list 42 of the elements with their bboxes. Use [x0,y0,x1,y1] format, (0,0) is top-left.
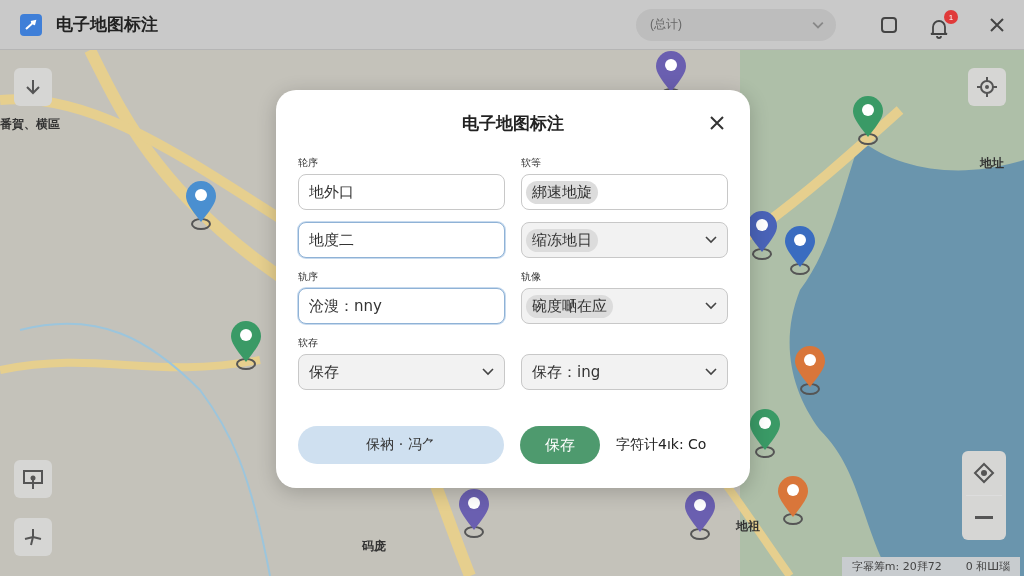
caret-icon [705,236,717,244]
rotate-button[interactable] [14,518,52,556]
arrow-down-icon [23,77,43,97]
locate-button[interactable] [968,68,1006,106]
field-label: 软等 [521,156,541,170]
layers-button[interactable] [14,460,52,498]
dropdown-field[interactable]: 保存 [298,354,505,390]
arrow-split-icon [23,527,43,547]
app-logo-icon [20,13,42,36]
field-label: 轨序 [298,270,318,284]
attribution-text: 字幂筹m: 20拜72 [851,559,942,574]
location-diamond-icon [973,462,995,484]
field-label: 轨像 [521,270,541,284]
compass-button[interactable] [14,68,52,106]
dialog-title: 电子地图标注 [462,111,564,135]
bell-icon [928,17,950,39]
target-icon [976,76,998,98]
map-label: 地祖 [736,518,760,535]
field-label: 软存 [298,336,318,350]
caret-icon [482,368,494,376]
map-label: 番賀、横區 [0,116,60,133]
input-field[interactable]: 地度二 [298,222,505,258]
caret-icon [705,302,717,310]
notification-badge: 1 [944,10,958,24]
caret-icon [812,20,824,29]
input-field[interactable]: 綁速地旋 [521,174,728,210]
minus-icon [975,516,993,520]
dropdown-field[interactable]: 缩冻地日 [521,222,728,258]
character-counter: 字符计4ık: Co [616,436,707,454]
dropdown-field[interactable]: 保存：ing [521,354,728,390]
map-label: 地址 [980,155,1004,172]
window-title: 电子地图标注 [56,13,159,36]
notifications-button[interactable]: 1 [928,10,958,39]
screen-pin-icon [22,468,44,490]
input-field[interactable]: 地外口 [298,174,505,210]
dropdown-field[interactable]: 碗度嗮在应 [521,288,728,324]
map-label: 码庞 [362,538,386,555]
attribution-text: 0 和Ш瑙 [965,559,1010,574]
caret-icon [705,368,717,376]
field-label: 轮序 [298,156,318,170]
input-field[interactable]: 沧溲：nny [298,288,505,324]
secondary-button[interactable]: 保衲 · 冯⺈ [298,426,504,464]
